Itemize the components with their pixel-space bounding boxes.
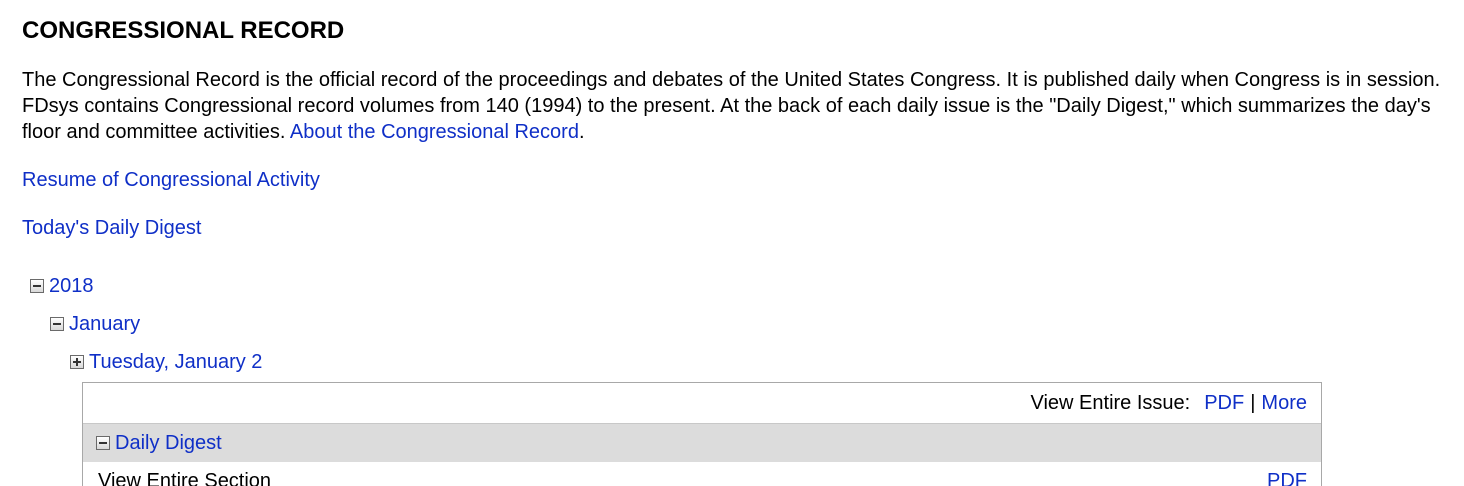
- daily-digest-link-row: Today's Daily Digest: [22, 215, 201, 241]
- section-row: View Entire Section PDF: [83, 462, 1321, 486]
- todays-daily-digest-link[interactable]: Today's Daily Digest: [22, 217, 201, 239]
- collapse-month-icon[interactable]: [50, 317, 64, 331]
- resume-link-row: Resume of Congressional Activity: [22, 167, 320, 193]
- page-title: CONGRESSIONAL RECORD: [22, 17, 345, 44]
- tree-year-link[interactable]: 2018: [49, 273, 94, 299]
- section-pdf-link[interactable]: PDF: [1267, 470, 1307, 486]
- page: CONGRESSIONAL RECORD The Congressional R…: [0, 0, 1464, 486]
- tree-day-row: Tuesday, January 2: [70, 349, 262, 375]
- intro-period: .: [578, 121, 585, 143]
- tree-month-link[interactable]: January: [69, 311, 140, 337]
- intro-paragraph: The Congressional Record is the official…: [22, 67, 1452, 145]
- tree-month-row: January: [50, 311, 140, 337]
- issue-panel: View Entire Issue: PDF | More Daily Dige…: [82, 382, 1322, 486]
- collapse-year-icon[interactable]: [30, 279, 44, 293]
- issue-more-link[interactable]: More: [1261, 392, 1307, 415]
- tree-day-link[interactable]: Tuesday, January 2: [89, 349, 262, 375]
- expand-day-icon[interactable]: [70, 355, 84, 369]
- collapse-section-icon[interactable]: [96, 436, 110, 450]
- about-link[interactable]: About the Congressional Record: [290, 121, 579, 143]
- intro-text: The Congressional Record is the official…: [22, 69, 1441, 143]
- view-entire-section-label: View Entire Section: [98, 469, 272, 486]
- tree-year-row: 2018: [30, 273, 94, 299]
- resume-link[interactable]: Resume of Congressional Activity: [22, 169, 320, 191]
- view-entire-issue-label: View Entire Issue:: [1030, 391, 1191, 414]
- issue-header: View Entire Issue: PDF | More: [83, 383, 1321, 424]
- issue-link-separator: |: [1250, 391, 1256, 414]
- daily-digest-section-header: Daily Digest: [83, 424, 1321, 462]
- daily-digest-section-link[interactable]: Daily Digest: [115, 432, 222, 455]
- issue-pdf-link[interactable]: PDF: [1204, 392, 1244, 415]
